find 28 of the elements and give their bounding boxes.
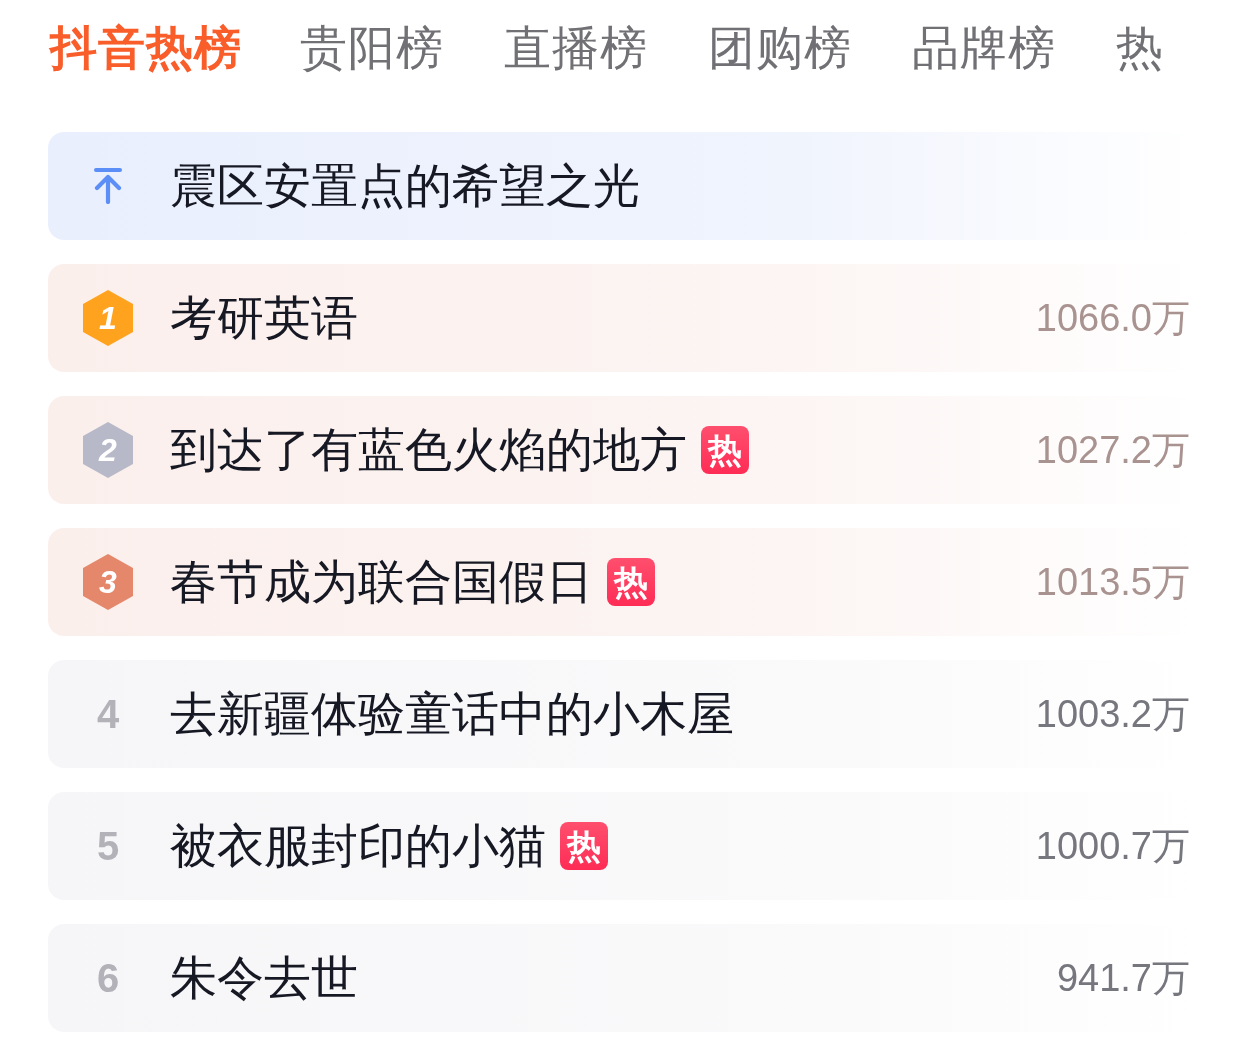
rank-number: 4	[96, 694, 120, 734]
tab[interactable]: 团购榜	[708, 18, 852, 78]
heat-count: 1000.7万	[1035, 823, 1190, 869]
topic-title: 春节成为联合国假日	[170, 554, 593, 610]
hot-tag: 热	[560, 822, 608, 870]
tab[interactable]: 热	[1116, 18, 1164, 78]
rank-badge: 1	[83, 290, 133, 346]
rank-badge: 2	[83, 422, 133, 478]
topic-title: 考研英语	[170, 290, 358, 346]
topic-title: 去新疆体验童话中的小木屋	[170, 686, 734, 742]
hot-tag: 热	[701, 426, 749, 474]
tab[interactable]: 品牌榜	[912, 18, 1056, 78]
heat-count: 941.7万	[1056, 955, 1190, 1001]
heat-count: 1003.2万	[1035, 691, 1190, 737]
heat-count: 1066.0万	[1035, 295, 1190, 341]
rank-badge: 3	[83, 554, 133, 610]
topic-title: 朱令去世	[170, 950, 358, 1006]
hot-tag: 热	[607, 558, 655, 606]
rank-number: 6	[96, 958, 120, 998]
topic-title: 被衣服封印的小猫	[170, 818, 546, 874]
topic-title: 到达了有蓝色火焰的地方	[170, 422, 687, 478]
heat-count: 1013.5万	[1035, 559, 1190, 605]
tab[interactable]: 贵阳榜	[300, 18, 444, 78]
tab[interactable]: 直播榜	[504, 18, 648, 78]
topic-title: 震区安置点的希望之光	[170, 158, 640, 214]
rank-number: 5	[96, 826, 120, 866]
heat-count: 1027.2万	[1035, 427, 1190, 473]
pin-to-top-icon	[93, 168, 123, 204]
